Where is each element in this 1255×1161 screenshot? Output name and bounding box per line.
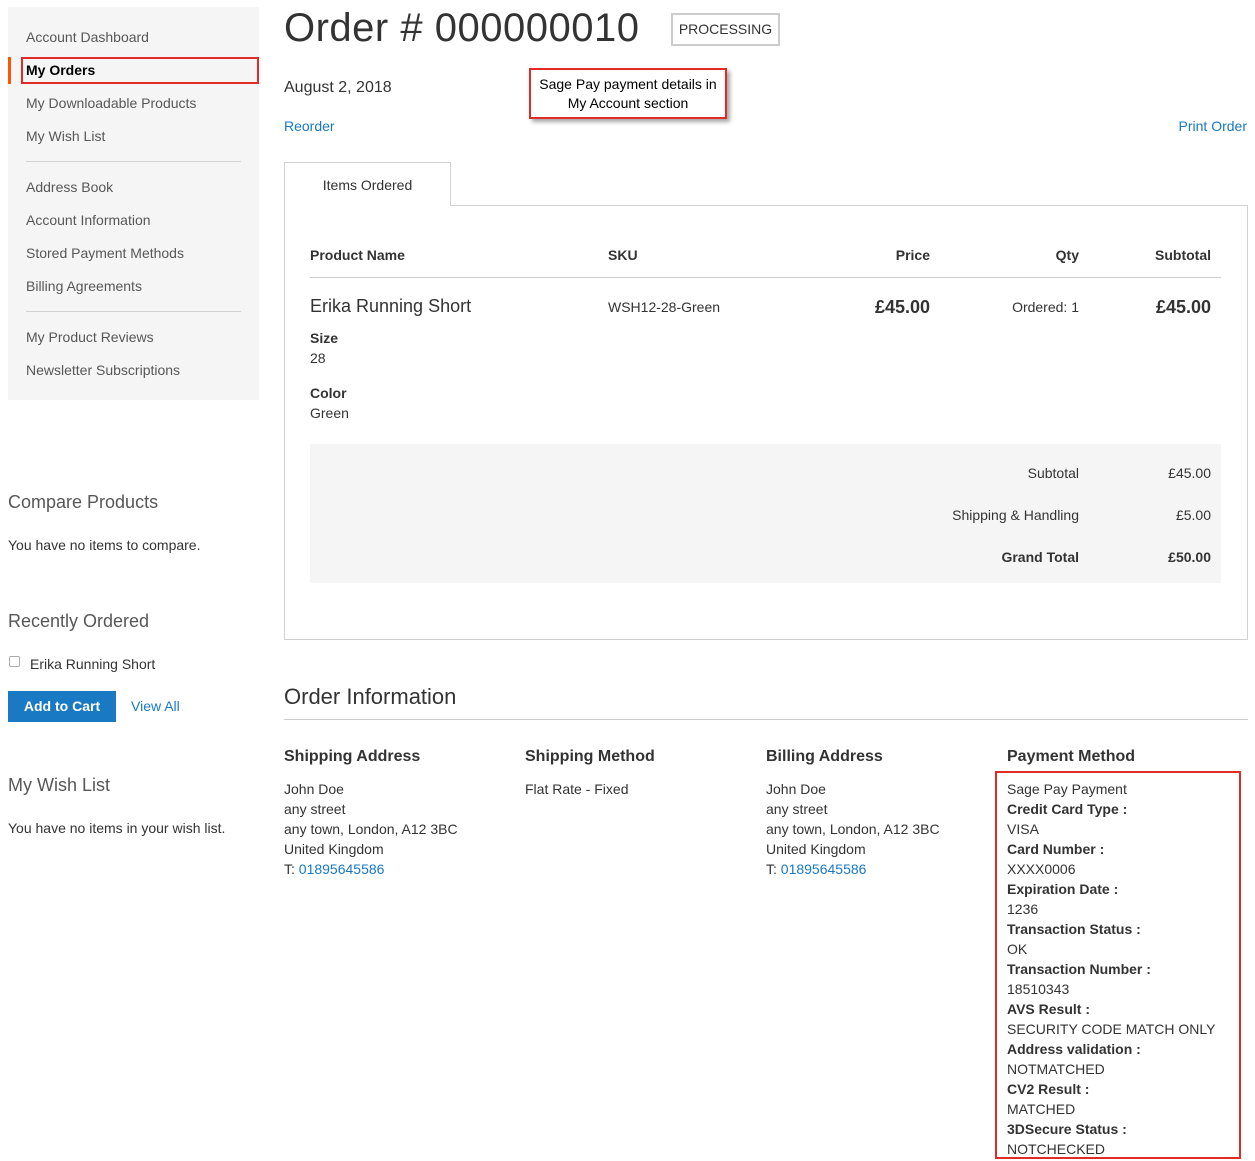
nav-divider [26,161,241,162]
item-price: £45.00 [874,297,930,317]
payment-field-label: Expiration Date : [1007,881,1119,897]
order-totals [310,444,1221,583]
shipping-phone-link[interactable]: 01895645586 [299,861,385,877]
payment-method-title: Payment Method [1007,748,1136,765]
billing-address-title: Billing Address [766,748,883,765]
payment-field-value: XXXX0006 [1007,861,1076,877]
recently-ordered-title: Recently Ordered [8,611,150,631]
option-label-color: Color [310,385,347,401]
totals-grand-label: Grand Total [1001,549,1079,565]
col-header-product: Product Name [310,247,405,263]
billing-address-country: United Kingdom [766,841,866,857]
shipping-address-street: any street [284,801,346,817]
totals-shipping-label: Shipping & Handling [952,507,1079,523]
account-nav: Account Dashboard My Orders My Downloada… [8,7,259,400]
payment-field-value: MATCHED [1007,1101,1076,1117]
billing-address-street: any street [766,801,828,817]
shipping-address-country: United Kingdom [284,841,384,857]
billing-address-name: John Doe [766,781,826,797]
print-order-link[interactable]: Print Order [1179,118,1247,134]
nav-my-orders[interactable]: My Orders [26,61,95,79]
col-header-subtotal: Subtotal [1155,247,1211,263]
annotation-callout: Sage Pay payment details in My Account s… [529,68,727,119]
payment-details: Sage Pay Payment Credit Card Type : VISA… [1007,779,1215,1159]
nav-newsletter-subscriptions[interactable]: Newsletter Subscriptions [26,361,180,379]
payment-field-label: Address validation : [1007,1041,1141,1057]
totals-shipping-value: £5.00 [1175,507,1211,523]
payment-field-label: Transaction Status : [1007,921,1141,937]
callout-line-2: My Account section [567,95,689,111]
payment-field-value: SECURITY CODE MATCH ONLY [1007,1021,1216,1037]
nav-divider [26,311,241,312]
billing-address-city: any town, London, A12 3BC [766,821,940,837]
payment-method-name: Sage Pay Payment [1007,781,1127,797]
order-title: Order # 000000010 [284,6,640,50]
totals-subtotal-label: Subtotal [1027,465,1079,481]
recent-item-link[interactable]: Erika Running Short [30,656,155,672]
payment-field-value: NOTCHECKED [1007,1141,1106,1157]
shipping-address-name: John Doe [284,781,344,797]
col-header-sku: SKU [608,247,638,263]
billing-phone-link[interactable]: 01895645586 [781,861,867,877]
billing-address-phone-row: T: 01895645586 [766,859,940,879]
item-subtotal: £45.00 [1155,297,1211,317]
item-qty: Ordered: 1 [1012,299,1079,315]
reorder-link[interactable]: Reorder [284,118,335,134]
shipping-address-title: Shipping Address [284,748,421,765]
view-all-link[interactable]: View All [131,698,180,714]
phone-prefix: T: [284,861,299,877]
option-value-size: 28 [310,350,326,366]
payment-field-label: CV2 Result : [1007,1081,1090,1097]
billing-address: John Doe any street any town, London, A1… [766,779,940,879]
recent-item-checkbox[interactable] [9,656,20,667]
order-information-divider [284,719,1248,720]
payment-field-label: 3DSecure Status : [1007,1121,1127,1137]
order-date: August 2, 2018 [284,79,392,96]
nav-account-dashboard[interactable]: Account Dashboard [26,28,149,46]
option-value-color: Green [310,405,349,421]
callout-line-1: Sage Pay payment details in [539,76,717,92]
nav-account-information[interactable]: Account Information [26,211,151,229]
nav-my-product-reviews[interactable]: My Product Reviews [26,328,154,346]
payment-field-label: Credit Card Type : [1007,801,1128,817]
totals-subtotal-value: £45.00 [1168,465,1211,481]
order-information-title: Order Information [284,684,457,709]
table-header-divider [310,277,1221,278]
shipping-method-value: Flat Rate - Fixed [525,781,629,797]
nav-billing-agreements[interactable]: Billing Agreements [26,277,142,295]
col-header-qty: Qty [1055,247,1079,263]
nav-my-wish-list[interactable]: My Wish List [26,127,105,145]
col-header-price: Price [895,247,930,263]
shipping-address-phone-row: T: 01895645586 [284,859,458,879]
shipping-address-city: any town, London, A12 3BC [284,821,458,837]
shipping-method-title: Shipping Method [525,748,655,765]
payment-field-value: OK [1007,941,1028,957]
payment-field-label: AVS Result : [1007,1001,1090,1017]
compare-products-title: Compare Products [8,492,159,512]
nav-address-book[interactable]: Address Book [26,178,113,196]
payment-field-value: 18510343 [1007,981,1070,997]
phone-prefix: T: [766,861,781,877]
totals-grand-value: £50.00 [1168,549,1211,565]
add-to-cart-button[interactable]: Add to Cart [8,691,116,722]
option-label-size: Size [310,330,339,346]
shipping-address: John Doe any street any town, London, A1… [284,779,458,879]
payment-field-label: Card Number : [1007,841,1105,857]
payment-field-value: NOTMATCHED [1007,1061,1105,1077]
item-sku: WSH12-28-Green [608,299,721,315]
compare-empty-text: You have no items to compare. [8,537,201,553]
current-nav-indicator [8,57,11,84]
order-status-badge: PROCESSING [671,13,780,46]
wishlist-empty-text: You have no items in your wish list. [8,820,226,836]
payment-field-value: 1236 [1007,901,1039,917]
tab-items-ordered[interactable]: Items Ordered [284,162,451,206]
nav-stored-payment-methods[interactable]: Stored Payment Methods [26,244,184,262]
payment-field-value: VISA [1007,821,1039,837]
payment-field-label: Transaction Number : [1007,961,1151,977]
item-product-name: Erika Running Short [310,296,472,316]
wishlist-title: My Wish List [8,775,111,795]
nav-my-downloadable-products[interactable]: My Downloadable Products [26,94,196,112]
